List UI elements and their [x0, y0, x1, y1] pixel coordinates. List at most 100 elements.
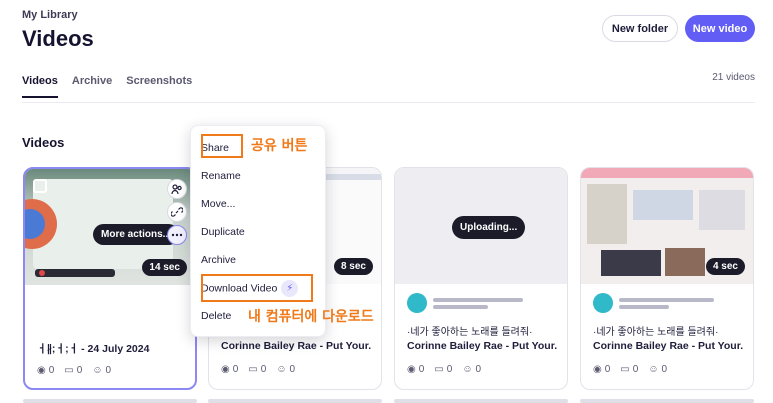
blurred-author	[619, 297, 714, 309]
menu-item-duplicate[interactable]: Duplicate	[201, 226, 245, 238]
comments-stat: ▭ 0	[64, 365, 82, 376]
menu-item-rename[interactable]: Rename	[201, 170, 241, 182]
share-highlight-box	[201, 134, 243, 158]
blurred-author	[433, 297, 523, 309]
download-highlight-box	[201, 274, 313, 302]
people-icon[interactable]	[167, 179, 187, 199]
smiley-icon: ☺	[92, 365, 103, 376]
next-row-card	[394, 399, 568, 403]
video-subtitle: ·네가 좋아하는 노래를 들려줘·	[593, 327, 719, 338]
menu-item-delete[interactable]: Delete	[201, 310, 231, 322]
link-icon[interactable]	[167, 202, 187, 222]
video-subtitle: ·네가 좋아하는 노래를 들려줘·	[407, 327, 533, 338]
thumb-tabbar	[581, 168, 753, 178]
video-card[interactable]: 4 sec ·네가 좋아하는 노래를 들려줘· Corinne Bailey R…	[580, 167, 754, 390]
video-title[interactable]: ㅓ∦;ㅓ;ㅓ - 24 July 2024	[37, 341, 187, 356]
video-stats: ◉ 0 ▭ 0 ☺ 0	[593, 364, 667, 375]
select-checkbox[interactable]	[33, 179, 47, 193]
reactions-count: 0	[105, 365, 112, 376]
smiley-icon: ☺	[462, 364, 473, 375]
video-title[interactable]: Corinne Bailey Rae - Put Your...	[593, 340, 743, 352]
video-thumbnail[interactable]: 4 sec	[581, 168, 753, 284]
reactions-count: 0	[475, 364, 482, 375]
video-stats: ◉ 0 ▭ 0 ☺ 0	[37, 365, 111, 376]
thumb-block	[587, 184, 627, 244]
new-folder-button[interactable]: New folder	[602, 15, 678, 42]
reactions-stat: ☺ 0	[92, 365, 111, 376]
author-row	[593, 293, 714, 313]
eye-icon: ◉	[407, 364, 416, 375]
views-stat: ◉ 0	[593, 364, 610, 375]
tab-archive[interactable]: Archive	[72, 75, 112, 98]
views-count: 0	[232, 364, 239, 375]
comment-icon: ▭	[434, 364, 444, 375]
video-title[interactable]: Corinne Bailey Rae - Put Your...	[221, 340, 371, 352]
menu-item-move[interactable]: Move...	[201, 198, 235, 210]
video-card[interactable]: Uploading... ·네가 좋아하는 노래를 들려줘· Corinne B…	[394, 167, 568, 390]
thumb-block	[601, 250, 661, 276]
new-video-button[interactable]: New video	[685, 15, 755, 42]
author-row	[407, 293, 523, 313]
next-row-card	[23, 399, 197, 403]
smiley-icon: ☺	[648, 364, 659, 375]
comments-stat: ▭ 0	[434, 364, 452, 375]
reactions-stat: ☺ 0	[276, 364, 295, 375]
reactions-count: 0	[661, 364, 668, 375]
views-count: 0	[604, 364, 611, 375]
blur-line	[619, 297, 714, 302]
views-stat: ◉ 0	[37, 365, 54, 376]
section-title: Videos	[22, 135, 65, 150]
comment-icon: ▭	[248, 364, 258, 375]
menu-item-archive[interactable]: Archive	[201, 254, 236, 266]
download-annotation: 내 컴퓨터에 다운로드	[248, 309, 374, 325]
tab-videos[interactable]: Videos	[22, 75, 58, 98]
views-count: 0	[48, 365, 55, 376]
eye-icon: ◉	[593, 364, 602, 375]
views-count: 0	[418, 364, 425, 375]
thumb-block	[699, 190, 745, 230]
thumb-dot	[39, 270, 45, 276]
page-title: Videos	[22, 26, 94, 51]
duration-badge: 4 sec	[705, 258, 745, 275]
next-row-card	[580, 399, 754, 403]
duration-badge: 8 sec	[333, 258, 373, 275]
blur-line	[433, 297, 523, 302]
video-title[interactable]: Corinne Bailey Rae - Put Your...	[407, 340, 557, 352]
eye-icon: ◉	[221, 364, 230, 375]
more-options-icon[interactable]	[167, 225, 187, 245]
video-count: 21 videos	[712, 72, 755, 83]
avatar	[407, 293, 427, 313]
comments-count: 0	[632, 364, 639, 375]
blur-line	[619, 304, 669, 309]
avatar	[593, 293, 613, 313]
thumb-block	[665, 248, 705, 276]
video-thumbnail[interactable]: More actions... 14 sec	[25, 169, 195, 285]
comments-stat: ▭ 0	[248, 364, 266, 375]
library-tabs: Videos Archive Screenshots	[22, 75, 206, 98]
tabs-divider	[22, 102, 755, 103]
comment-icon: ▭	[620, 364, 630, 375]
views-stat: ◉ 0	[221, 364, 238, 375]
comments-count: 0	[446, 364, 453, 375]
reactions-stat: ☺ 0	[648, 364, 667, 375]
next-row-card	[208, 399, 382, 403]
video-stats: ◉ 0 ▭ 0 ☺ 0	[221, 364, 295, 375]
video-stats: ◉ 0 ▭ 0 ☺ 0	[407, 364, 481, 375]
reactions-stat: ☺ 0	[462, 364, 481, 375]
comments-stat: ▭ 0	[620, 364, 638, 375]
breadcrumb: My Library	[22, 9, 78, 21]
views-stat: ◉ 0	[407, 364, 424, 375]
comments-count: 0	[260, 364, 267, 375]
comment-icon: ▭	[64, 365, 74, 376]
reactions-count: 0	[289, 364, 296, 375]
thumb-bar	[35, 269, 115, 277]
thumb-block	[633, 190, 693, 220]
blur-line	[433, 304, 488, 309]
duration-badge: 14 sec	[142, 259, 187, 276]
tab-screenshots[interactable]: Screenshots	[126, 75, 192, 98]
smiley-icon: ☺	[276, 364, 287, 375]
video-thumbnail[interactable]: Uploading...	[395, 168, 567, 284]
video-card[interactable]: More actions... 14 sec ㅓ∦;ㅓ;ㅓ - 24 July …	[23, 167, 197, 390]
uploading-badge: Uploading...	[452, 216, 526, 239]
eye-icon: ◉	[37, 365, 46, 376]
